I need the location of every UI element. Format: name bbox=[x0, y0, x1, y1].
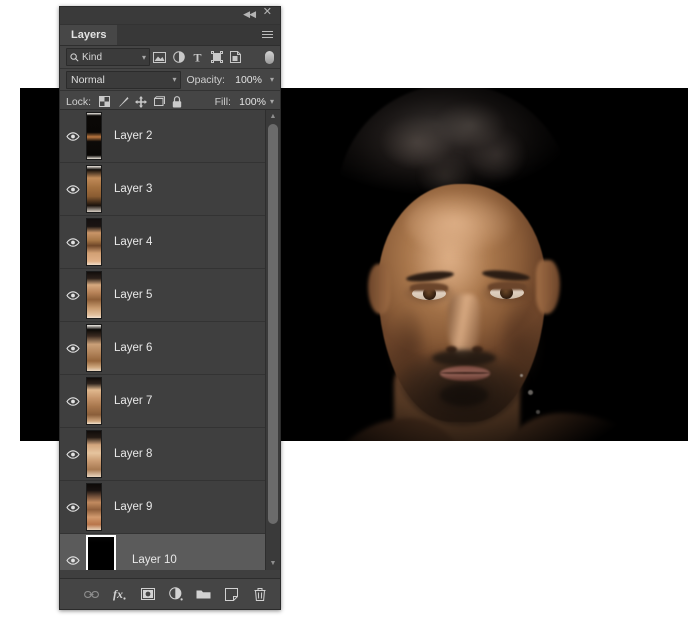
layer-visibility-eye-icon[interactable] bbox=[60, 556, 86, 565]
opacity-value[interactable]: 100% bbox=[230, 74, 262, 86]
opacity-label: Opacity: bbox=[186, 74, 225, 86]
delete-layer-icon[interactable] bbox=[251, 586, 268, 603]
lock-position-icon[interactable] bbox=[132, 93, 149, 110]
link-layers-icon[interactable] bbox=[83, 586, 100, 603]
blend-mode-value: Normal bbox=[71, 74, 105, 86]
layer-row[interactable]: Layer 2 bbox=[60, 110, 266, 163]
layer-thumbnail[interactable] bbox=[86, 165, 102, 213]
layer-thumbnail[interactable] bbox=[86, 483, 102, 531]
lock-image-pixels-icon[interactable] bbox=[114, 93, 131, 110]
layer-thumbnail[interactable] bbox=[86, 377, 102, 425]
panel-titlebar: ◀◀ ✕ bbox=[60, 7, 280, 25]
tab-layers[interactable]: Layers bbox=[60, 25, 117, 45]
layer-name: Layer 8 bbox=[114, 448, 152, 460]
chevron-down-icon: ▾ bbox=[142, 53, 146, 62]
add-layer-mask-icon[interactable] bbox=[139, 586, 156, 603]
layer-row[interactable]: Layer 9 bbox=[60, 481, 266, 534]
layers-scrollbar[interactable]: ▲ ▼ bbox=[265, 110, 280, 570]
close-icon[interactable]: ✕ bbox=[263, 8, 272, 17]
scrollbar-thumb[interactable] bbox=[268, 124, 278, 524]
search-icon bbox=[70, 53, 79, 62]
layer-name: Layer 10 bbox=[132, 554, 177, 566]
type-layer-filter-icon[interactable]: T bbox=[188, 48, 207, 66]
lock-all-icon[interactable] bbox=[168, 93, 185, 110]
panel-menu-icon[interactable] bbox=[262, 31, 273, 39]
layer-name: Layer 3 bbox=[114, 183, 152, 195]
layer-row[interactable]: Layer 6 bbox=[60, 322, 266, 375]
lock-transparent-pixels-icon[interactable] bbox=[96, 93, 113, 110]
lock-artboard-nesting-icon[interactable] bbox=[150, 93, 167, 110]
filter-kind-label: Kind bbox=[82, 52, 102, 63]
layer-name: Layer 7 bbox=[114, 395, 152, 407]
panel-tabrow: Layers bbox=[60, 25, 280, 46]
new-layer-icon[interactable] bbox=[223, 586, 240, 603]
layer-name: Layer 5 bbox=[114, 289, 152, 301]
layer-thumbnail[interactable] bbox=[86, 271, 102, 319]
layer-thumbnail[interactable] bbox=[86, 535, 116, 570]
layer-row[interactable]: Layer 3 bbox=[60, 163, 266, 216]
blend-mode-row: Normal ▾ Opacity: 100% ▾ bbox=[60, 69, 280, 91]
layer-row[interactable]: Layer 10 bbox=[60, 534, 266, 570]
layer-style-fx-icon[interactable]: fx bbox=[111, 586, 128, 603]
layer-name: Layer 2 bbox=[114, 130, 152, 142]
blend-mode-select[interactable]: Normal ▾ bbox=[66, 71, 181, 89]
layers-list: Layer 2 Layer 3 Layer 4 Layer 5 Layer 6 Layer… bbox=[60, 110, 266, 570]
opacity-chevron-down-icon[interactable]: ▾ bbox=[270, 75, 274, 84]
layers-list-container: Layer 2 Layer 3 Layer 4 Layer 5 Layer 6 Layer… bbox=[60, 109, 280, 570]
filter-kind-select[interactable]: Kind ▾ bbox=[66, 48, 150, 66]
layer-thumbnail[interactable] bbox=[86, 112, 102, 160]
new-adjustment-layer-icon[interactable] bbox=[167, 586, 184, 603]
svg-text:T: T bbox=[193, 51, 201, 63]
layer-visibility-eye-icon[interactable] bbox=[60, 291, 86, 300]
layer-name: Layer 9 bbox=[114, 501, 152, 513]
fill-value[interactable]: 100% bbox=[232, 96, 266, 108]
layer-thumbnail[interactable] bbox=[86, 218, 102, 266]
double-chevron-left-icon[interactable]: ◀◀ bbox=[243, 10, 255, 19]
layer-visibility-eye-icon[interactable] bbox=[60, 344, 86, 353]
layer-filter-row: Kind ▾ T bbox=[60, 46, 280, 69]
scroll-down-arrow-icon[interactable]: ▼ bbox=[266, 557, 280, 570]
smart-object-filter-icon[interactable] bbox=[226, 48, 245, 66]
layers-panel-bottom-bar: fx bbox=[60, 578, 280, 609]
layer-thumbnail[interactable] bbox=[86, 430, 102, 478]
layer-name: Layer 6 bbox=[114, 342, 152, 354]
layer-visibility-eye-icon[interactable] bbox=[60, 397, 86, 406]
layer-row[interactable]: Layer 4 bbox=[60, 216, 266, 269]
new-group-icon[interactable] bbox=[195, 586, 212, 603]
layer-visibility-eye-icon[interactable] bbox=[60, 132, 86, 141]
filter-toggle-switch[interactable] bbox=[265, 51, 274, 64]
layer-visibility-eye-icon[interactable] bbox=[60, 185, 86, 194]
layer-row[interactable]: Layer 8 bbox=[60, 428, 266, 481]
layer-visibility-eye-icon[interactable] bbox=[60, 503, 86, 512]
adjustment-layer-filter-icon[interactable] bbox=[169, 48, 188, 66]
lock-label: Lock: bbox=[66, 96, 91, 108]
shape-layer-filter-icon[interactable] bbox=[207, 48, 226, 66]
chevron-down-icon: ▾ bbox=[172, 75, 176, 84]
fill-chevron-down-icon[interactable]: ▾ bbox=[270, 97, 274, 106]
fill-label: Fill: bbox=[215, 96, 231, 108]
tab-layers-label: Layers bbox=[71, 29, 106, 41]
layers-panel: ◀◀ ✕ Layers Kind ▾ T bbox=[59, 6, 281, 610]
layer-row[interactable]: Layer 7 bbox=[60, 375, 266, 428]
layer-name: Layer 4 bbox=[114, 236, 152, 248]
layer-thumbnail[interactable] bbox=[86, 324, 102, 372]
scroll-up-arrow-icon[interactable]: ▲ bbox=[266, 110, 280, 123]
layer-row[interactable]: Layer 5 bbox=[60, 269, 266, 322]
layer-visibility-eye-icon[interactable] bbox=[60, 450, 86, 459]
layer-visibility-eye-icon[interactable] bbox=[60, 238, 86, 247]
tabrow-filler bbox=[117, 25, 280, 45]
pixel-layer-filter-icon[interactable] bbox=[150, 48, 169, 66]
svg-text:fx: fx bbox=[113, 587, 123, 601]
